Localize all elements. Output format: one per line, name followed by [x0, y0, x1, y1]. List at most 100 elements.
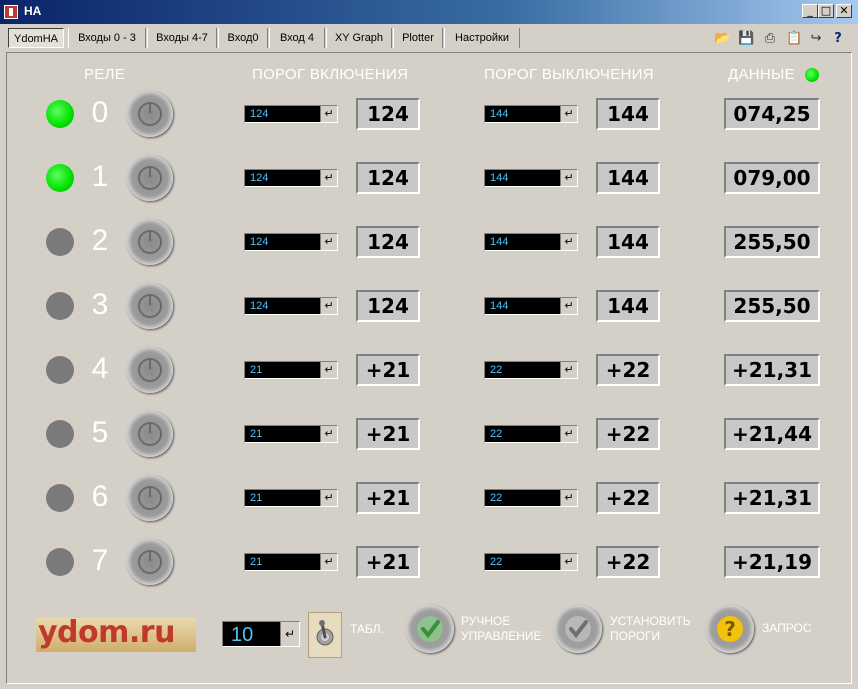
enter-icon[interactable]: ↵	[560, 170, 577, 186]
off-threshold-display: +22	[596, 354, 660, 386]
on-threshold-input[interactable]: 124 ↵	[244, 233, 338, 251]
link-icon[interactable]: ↪	[808, 32, 824, 46]
enter-icon[interactable]: ↵	[560, 106, 577, 122]
check-icon	[417, 616, 443, 642]
help-icon[interactable]: ?	[830, 32, 846, 46]
off-threshold-input[interactable]: 144 ↵	[484, 297, 578, 315]
off-threshold-input-value: 144	[490, 108, 509, 120]
enter-icon[interactable]: ↵	[320, 362, 337, 378]
power-icon	[138, 294, 162, 318]
off-threshold-input-value: 22	[490, 492, 503, 504]
maximize-button[interactable]: □	[818, 4, 834, 18]
relay-power-button[interactable]	[127, 219, 173, 265]
header-off-threshold: ПОРОГ ВЫКЛЮЧЕНИЯ	[484, 66, 654, 83]
on-threshold-input-value: 124	[250, 108, 269, 120]
on-threshold-input[interactable]: 21 ↵	[244, 489, 338, 507]
app-icon	[4, 5, 18, 19]
open-folder-icon[interactable]: 📂	[714, 32, 730, 46]
data-display: +21,31	[724, 354, 820, 386]
data-display: +21,44	[724, 418, 820, 450]
enter-icon[interactable]: ↵	[320, 490, 337, 506]
power-icon	[138, 166, 162, 190]
relay-power-button[interactable]	[127, 155, 173, 201]
off-threshold-input-value: 144	[490, 172, 509, 184]
interval-value: 10	[231, 624, 254, 646]
off-threshold-display: 144	[596, 226, 660, 258]
clipboard-icon[interactable]: 📋	[786, 32, 802, 46]
tab-bar: YdomHA Входы 0 - 3 Входы 4-7 Вход0 Вход …	[0, 26, 858, 50]
enter-icon[interactable]: ↵	[560, 490, 577, 506]
tab-inputs-4-7[interactable]: Входы 4-7	[147, 28, 217, 48]
print-icon[interactable]: ⎙	[762, 32, 778, 46]
enter-icon[interactable]: ↵	[320, 426, 337, 442]
interval-input[interactable]: 10 ↵	[222, 621, 300, 647]
enter-icon[interactable]: ↵	[320, 554, 337, 570]
off-threshold-input[interactable]: 144 ↵	[484, 169, 578, 187]
tab-input0[interactable]: Вход0	[218, 28, 268, 48]
off-threshold-input[interactable]: 22 ↵	[484, 425, 578, 443]
enter-icon[interactable]: ↵	[560, 554, 577, 570]
off-threshold-input[interactable]: 22 ↵	[484, 553, 578, 571]
relay-power-button[interactable]	[127, 539, 173, 585]
tab-input4[interactable]: Вход 4	[269, 28, 325, 48]
table-toggle-switch[interactable]	[308, 612, 342, 658]
on-threshold-input-value: 124	[250, 172, 269, 184]
header-data: ДАННЫЕ	[728, 66, 795, 83]
enter-icon[interactable]: ↵	[320, 298, 337, 314]
enter-icon[interactable]: ↵	[560, 234, 577, 250]
data-display: 255,50	[724, 290, 820, 322]
on-threshold-input[interactable]: 21 ↵	[244, 425, 338, 443]
enter-icon[interactable]: ↵	[320, 234, 337, 250]
enter-icon[interactable]: ↵	[560, 362, 577, 378]
off-threshold-input[interactable]: 22 ↵	[484, 489, 578, 507]
on-threshold-input[interactable]: 21 ↵	[244, 361, 338, 379]
data-status-led	[805, 68, 819, 82]
relay-number: 0	[91, 96, 109, 129]
enter-icon[interactable]: ↵	[560, 298, 577, 314]
on-threshold-input[interactable]: 21 ↵	[244, 553, 338, 571]
off-threshold-display: +22	[596, 546, 660, 578]
on-threshold-display: 124	[356, 290, 420, 322]
enter-icon[interactable]: ↵	[280, 622, 299, 646]
relay-power-button[interactable]	[127, 411, 173, 457]
tab-plotter[interactable]: Plotter	[393, 28, 443, 48]
logo-text: ydom.ru	[38, 618, 175, 650]
tab-inputs-0-3[interactable]: Входы 0 - 3	[68, 28, 146, 48]
request-button[interactable]: ?	[706, 605, 754, 653]
on-threshold-input[interactable]: 124 ↵	[244, 105, 338, 123]
header-relay: РЕЛЕ	[84, 66, 126, 83]
manual-control-button[interactable]	[406, 605, 454, 653]
off-threshold-input[interactable]: 144 ↵	[484, 105, 578, 123]
minimize-button[interactable]: _	[802, 4, 818, 18]
off-threshold-input-value: 22	[490, 364, 503, 376]
on-threshold-input[interactable]: 124 ↵	[244, 297, 338, 315]
off-threshold-display: 144	[596, 162, 660, 194]
power-icon	[138, 550, 162, 574]
tab-settings[interactable]: Настройки	[444, 28, 520, 48]
ydom-logo: ydom.ru	[36, 618, 196, 652]
power-icon	[138, 230, 162, 254]
enter-icon[interactable]: ↵	[320, 170, 337, 186]
close-button[interactable]: ✕	[836, 4, 852, 18]
relay-number: 4	[91, 352, 109, 385]
off-threshold-input[interactable]: 22 ↵	[484, 361, 578, 379]
off-threshold-input[interactable]: 144 ↵	[484, 233, 578, 251]
set-thresholds-button[interactable]	[554, 605, 602, 653]
on-threshold-input-value: 124	[250, 236, 269, 248]
enter-icon[interactable]: ↵	[560, 426, 577, 442]
save-icon[interactable]: 💾	[738, 32, 754, 46]
relay-power-button[interactable]	[127, 347, 173, 393]
title-bar[interactable]: HA _ □ ✕	[0, 0, 858, 24]
on-threshold-input[interactable]: 124 ↵	[244, 169, 338, 187]
tab-xy-graph[interactable]: XY Graph	[326, 28, 392, 48]
off-threshold-display: 144	[596, 290, 660, 322]
enter-icon[interactable]: ↵	[320, 106, 337, 122]
on-threshold-display: 124	[356, 162, 420, 194]
relay-led	[46, 356, 74, 384]
relay-power-button[interactable]	[127, 283, 173, 329]
power-icon	[138, 486, 162, 510]
relay-power-button[interactable]	[127, 475, 173, 521]
relay-led	[46, 228, 74, 256]
relay-power-button[interactable]	[127, 91, 173, 137]
tab-ydomha[interactable]: YdomHA	[8, 28, 64, 48]
